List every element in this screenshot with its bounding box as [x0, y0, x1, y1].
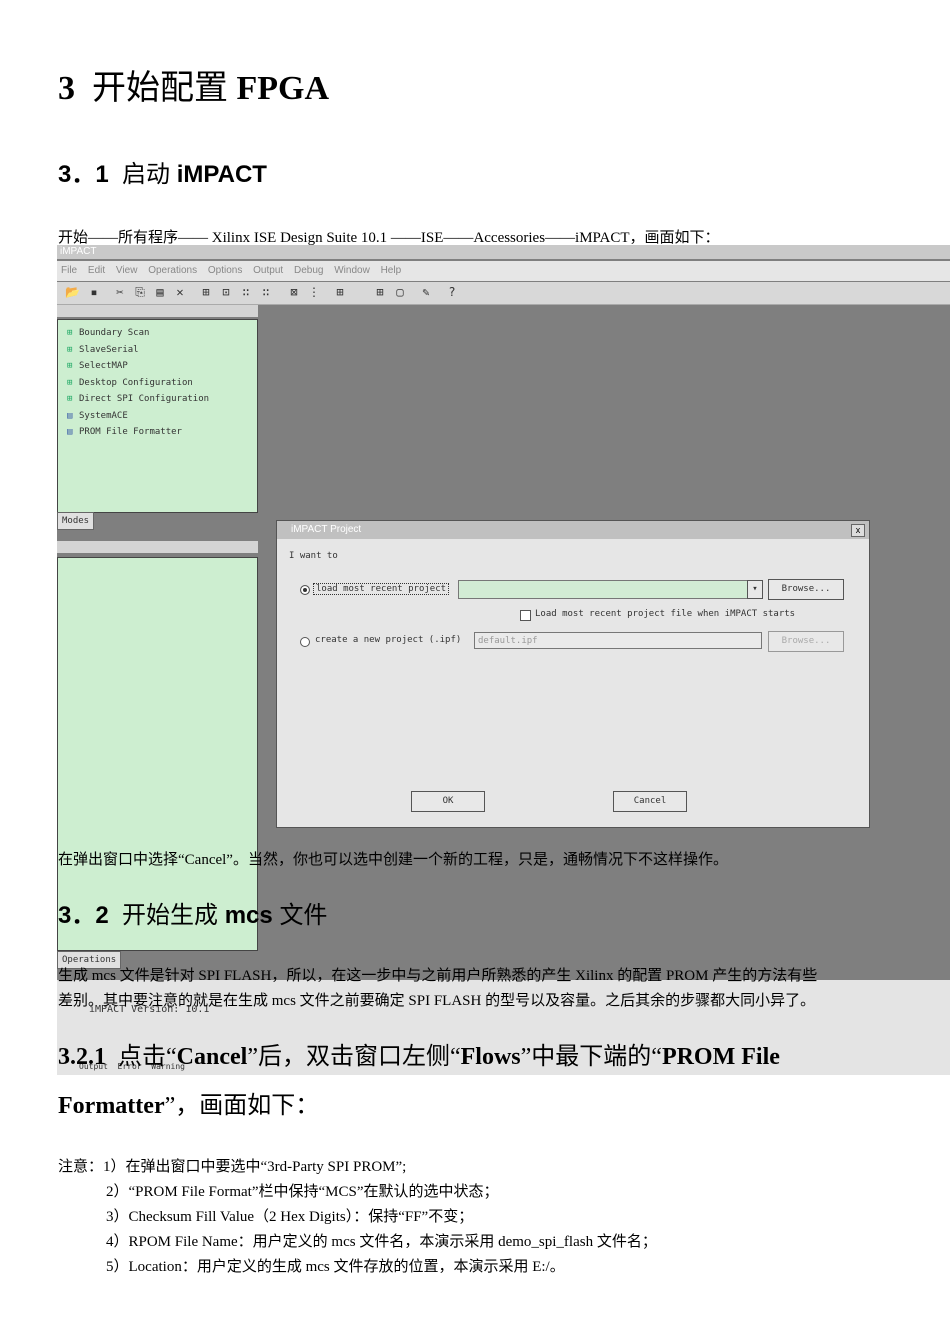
- tree-item[interactable]: ▤ SystemACE: [67, 408, 209, 425]
- note-line: 4）RPOM File Name：用户定义的 mcs 文件名，本演示采用 dem…: [106, 1234, 657, 1250]
- program-icon[interactable]: ⊡: [219, 285, 233, 299]
- flow-icon: ⊞: [67, 361, 73, 371]
- menu-help[interactable]: Help: [381, 265, 402, 276]
- menu-window[interactable]: Window: [334, 265, 370, 276]
- recent-project-select[interactable]: [458, 580, 761, 599]
- operations-panel: [57, 557, 258, 951]
- path-paragraph: 开始——所有程序—— Xilinx ISE Design Suite 10.1 …: [58, 230, 720, 246]
- debug-icon[interactable]: ⋮: [307, 285, 321, 299]
- chain-icon[interactable]: ⊞: [199, 285, 213, 299]
- section-heading-3-2: 3．2 开始生成 mcs 文件: [58, 902, 328, 929]
- menu-debug[interactable]: Debug: [294, 265, 323, 276]
- menu-bar: File Edit View Operations Options Output…: [57, 261, 950, 281]
- flow-icon: ⊞: [67, 344, 73, 355]
- device-icon[interactable]: ⊠: [287, 285, 301, 299]
- cable-icon[interactable]: ⊞: [333, 285, 347, 299]
- note-line: 注意：1）在弹出窗口中要选中“3rd-Party SPI PROM”;: [58, 1159, 407, 1175]
- chevron-down-icon[interactable]: ▾: [747, 580, 763, 599]
- note-line: 5）Location：用户定义的生成 mcs 文件存放的位置，本演示采用 E:/…: [106, 1259, 565, 1275]
- chapter-heading: 3 开始配置 FPGA: [58, 70, 330, 107]
- radio-load-recent[interactable]: [300, 585, 310, 595]
- delete-icon[interactable]: ✕: [173, 285, 187, 299]
- browse-button-2[interactable]: Browse...: [768, 631, 844, 652]
- tree-item[interactable]: ▤ PROM File Formatter: [67, 424, 209, 441]
- radio-create-new-label[interactable]: create a new project (.ipf): [315, 635, 461, 645]
- load-on-start-label: Load most recent project file when iMPAC…: [535, 609, 796, 619]
- note-line: 3）Checksum Fill Value（2 Hex Digits）：保持“F…: [106, 1209, 474, 1225]
- impact-screenshot: iMPACT File Edit View Operations Options…: [57, 245, 950, 1075]
- radio-load-recent-label[interactable]: load most recent project: [313, 583, 450, 595]
- mcs-paragraph-line1: 生成 mcs 文件是针对 SPI FLASH，所以，在这一步中与之前用户所熟悉的…: [58, 968, 818, 984]
- section-heading-3-1: 3．1 启动 iMPACT: [58, 161, 267, 188]
- open-icon[interactable]: 📂: [65, 285, 80, 299]
- impact-project-dialog: iMPACT Project x I want to load most rec…: [276, 520, 870, 828]
- toolbar: 📂 ▪ ✂ ⎘ ▤ ✕ ⊞ ⊡ ∷ ∷ ⊠ ⋮ ⊞ ⊞ ▢ ✎ ?: [57, 282, 950, 305]
- help-icon[interactable]: ?: [445, 285, 459, 299]
- ok-button[interactable]: OK: [411, 791, 485, 812]
- note-line: 2）“PROM File Format”栏中保持“MCS”在默认的选中状态；: [106, 1184, 499, 1200]
- cancel-paragraph: 在弹出窗口中选择“Cancel”。当然，你也可以选中创建一个新的工程，只是，通畅…: [58, 852, 728, 868]
- tools-icon[interactable]: ✎: [419, 285, 433, 299]
- flows-panel-header: [57, 305, 258, 317]
- close-icon[interactable]: x: [851, 524, 865, 537]
- section-heading-3-2-1: 3.2.1 点击“Cancel”后，双击窗口左侧“Flows”中最下端的“PRO…: [58, 1044, 780, 1070]
- document-icon: ▤: [67, 410, 73, 421]
- radio-create-new[interactable]: [300, 637, 310, 647]
- flow-icon: ⊞: [67, 394, 73, 404]
- flow-icon: ⊞: [67, 377, 73, 388]
- new-project-field[interactable]: default.ipf: [474, 632, 762, 649]
- paste-icon[interactable]: ▤: [153, 285, 167, 299]
- tree-item[interactable]: ⊞ SelectMAP: [67, 358, 209, 375]
- menu-file[interactable]: File: [61, 265, 77, 276]
- stop-icon[interactable]: ▢: [393, 285, 407, 299]
- window-titlebar: iMPACT: [57, 245, 950, 259]
- cut-icon[interactable]: ✂: [113, 285, 127, 299]
- menu-operations[interactable]: Operations: [148, 265, 197, 276]
- save-icon[interactable]: ▪: [87, 285, 101, 299]
- scan-icon[interactable]: ⊞: [373, 285, 387, 299]
- flow-icon: ⊞: [67, 328, 73, 338]
- mcs-paragraph-line2: 差别。其中要注意的就是在生成 mcs 文件之前要确定 SPI FLASH 的型号…: [58, 993, 816, 1009]
- tree-item[interactable]: ⊞ Direct SPI Configuration: [67, 391, 209, 408]
- tree-item[interactable]: ⊞ Boundary Scan: [67, 325, 209, 342]
- copy-icon[interactable]: ⎘: [133, 285, 147, 299]
- operations-panel-header: [57, 541, 258, 553]
- section-heading-3-2-1-cont: Formatter”，画面如下：: [58, 1093, 320, 1119]
- load-on-start-checkbox[interactable]: [520, 610, 531, 621]
- dialog-prompt: I want to: [289, 551, 338, 561]
- menu-output[interactable]: Output: [253, 265, 283, 276]
- verify-icon[interactable]: ∷: [239, 285, 253, 299]
- menu-view[interactable]: View: [116, 265, 138, 276]
- browse-button-1[interactable]: Browse...: [768, 579, 844, 600]
- readback-icon[interactable]: ∷: [259, 285, 273, 299]
- menu-edit[interactable]: Edit: [88, 265, 105, 276]
- menu-options[interactable]: Options: [208, 265, 242, 276]
- tree-item[interactable]: ⊞ SlaveSerial: [67, 342, 209, 359]
- flows-tree: ⊞ Boundary Scan ⊞ SlaveSerial ⊞ SelectMAP ⊞…: [67, 325, 209, 441]
- tree-item[interactable]: ⊞ Desktop Configuration: [67, 375, 209, 392]
- dialog-titlebar: iMPACT Project x: [277, 521, 869, 539]
- cancel-button[interactable]: Cancel: [613, 791, 687, 812]
- document-icon: ▤: [67, 427, 73, 437]
- modes-tab[interactable]: Modes: [57, 512, 95, 530]
